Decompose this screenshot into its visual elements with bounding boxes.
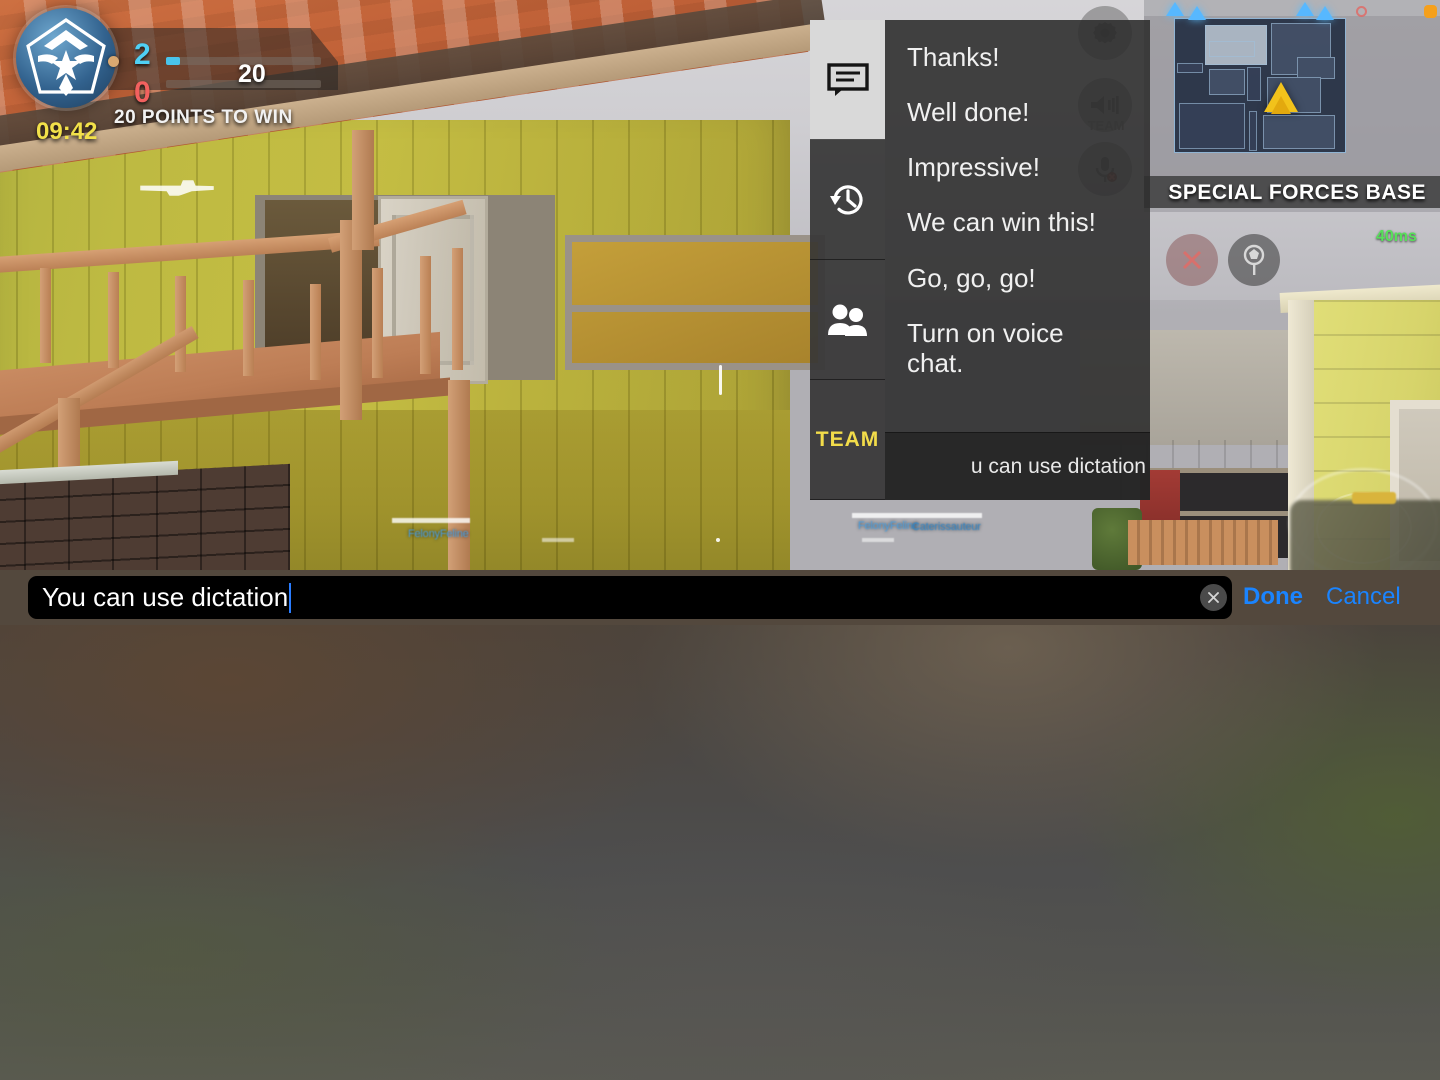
enemy-health-bar xyxy=(392,518,470,523)
cancel-button[interactable]: Cancel xyxy=(1326,583,1401,611)
minimap-layout xyxy=(1174,18,1346,153)
minimap-location-label: SPECIAL FORCES BASE xyxy=(1168,181,1426,204)
ping-indicator: 40ms xyxy=(1376,228,1417,245)
baluster xyxy=(175,276,186,372)
weapon-highlight xyxy=(1352,492,1396,504)
tab-quick-chat[interactable] xyxy=(810,20,885,140)
eagle-crest-icon xyxy=(26,18,106,96)
porch-post-upper xyxy=(352,130,374,250)
text-input-bar: You can use dictation Done Cancel xyxy=(0,570,1440,625)
baluster xyxy=(243,280,254,376)
status-indicator-dot xyxy=(1424,5,1437,18)
chat-input-value: You can use dictation xyxy=(42,582,289,612)
tab-team-list[interactable] xyxy=(810,260,885,380)
quick-chat-item[interactable]: We can win this! xyxy=(907,207,1122,237)
score-goal: 20 xyxy=(238,60,266,88)
crosshair-icon xyxy=(719,365,722,395)
baluster xyxy=(452,248,463,370)
enemy-health-bar xyxy=(542,538,574,542)
minimap[interactable]: SPECIAL FORCES BASE xyxy=(1144,0,1440,212)
weapon-viewmodel xyxy=(1290,500,1440,570)
sent-message-text: u can use dictation xyxy=(970,454,1146,478)
clear-circle-icon xyxy=(1208,592,1219,603)
keyboard-area[interactable] xyxy=(0,625,1440,1080)
done-button[interactable]: Done xyxy=(1243,583,1303,611)
baluster xyxy=(40,268,51,363)
chat-tab-rail[interactable]: TEAM xyxy=(810,20,885,500)
ally-marker xyxy=(1166,2,1184,16)
history-clock-icon xyxy=(829,184,863,214)
scoreboard-hud: 2 0 20 09:42 20 POINTS TO WIN xyxy=(0,0,338,150)
player-nametag: FelonyFeline xyxy=(408,528,469,540)
close-x-icon xyxy=(1182,250,1202,270)
quick-chat-item[interactable]: Impressive! xyxy=(907,152,1122,182)
house-window xyxy=(565,235,825,370)
ally-marker xyxy=(1316,6,1334,20)
close-button[interactable] xyxy=(1166,234,1218,286)
chat-message-list[interactable]: Thanks! Well done! Impressive! We can wi… xyxy=(885,20,1150,500)
quick-chat-item[interactable]: Go, go, go! xyxy=(907,263,1122,293)
baluster xyxy=(310,284,321,380)
baluster xyxy=(108,272,119,368)
quick-chat-item[interactable]: Thanks! xyxy=(907,42,1122,72)
player-nametag: Caterissauteur xyxy=(912,521,981,533)
blue-team-score: 2 xyxy=(134,38,151,71)
quick-chat-panel[interactable]: TEAM Thanks! Well done! Impressive! We c… xyxy=(810,20,1150,500)
people-icon xyxy=(827,304,867,336)
wooden-fence xyxy=(1128,520,1278,565)
clear-text-button[interactable] xyxy=(1200,584,1227,611)
ally-marker xyxy=(1188,6,1206,20)
house-window-mullion xyxy=(565,305,825,312)
chat-bubble-icon xyxy=(826,62,869,96)
porch-post xyxy=(340,220,362,420)
objective-text: 20 POINTS TO WIN xyxy=(114,107,293,128)
player-arrow-marker-inner xyxy=(1271,96,1291,114)
hit-marker-dot xyxy=(716,538,720,542)
team-emblem xyxy=(16,8,116,108)
baluster xyxy=(372,268,383,378)
sent-message-row: u can use dictation xyxy=(885,432,1150,500)
app-screen: FelonyFeline FelonyFeline Caterissauteur… xyxy=(0,0,1440,1080)
quick-chat-item[interactable]: Well done! xyxy=(907,97,1122,127)
score-bar-knob xyxy=(108,56,119,67)
match-timer: 09:42 xyxy=(36,118,98,145)
ally-marker xyxy=(1296,2,1314,16)
enemy-health-bar xyxy=(862,538,894,542)
enemy-marker xyxy=(1356,6,1367,17)
enemy-health-bar xyxy=(852,513,982,518)
player-nametag: FelonyFeline xyxy=(858,520,919,532)
red-team-score: 0 xyxy=(134,76,151,109)
tab-recent[interactable] xyxy=(810,140,885,260)
tab-team-channel[interactable]: TEAM xyxy=(810,380,885,500)
scope-button[interactable] xyxy=(1228,234,1280,286)
quick-chat-item[interactable]: Turn on voice chat. xyxy=(907,318,1122,378)
scope-pin-icon xyxy=(1243,244,1265,275)
chat-text-input[interactable]: You can use dictation xyxy=(28,576,1232,619)
text-caret xyxy=(289,582,292,613)
porch-post-right xyxy=(448,380,470,570)
baluster xyxy=(420,256,431,374)
quick-chat-options: Thanks! Well done! Impressive! We can wi… xyxy=(885,20,1150,432)
